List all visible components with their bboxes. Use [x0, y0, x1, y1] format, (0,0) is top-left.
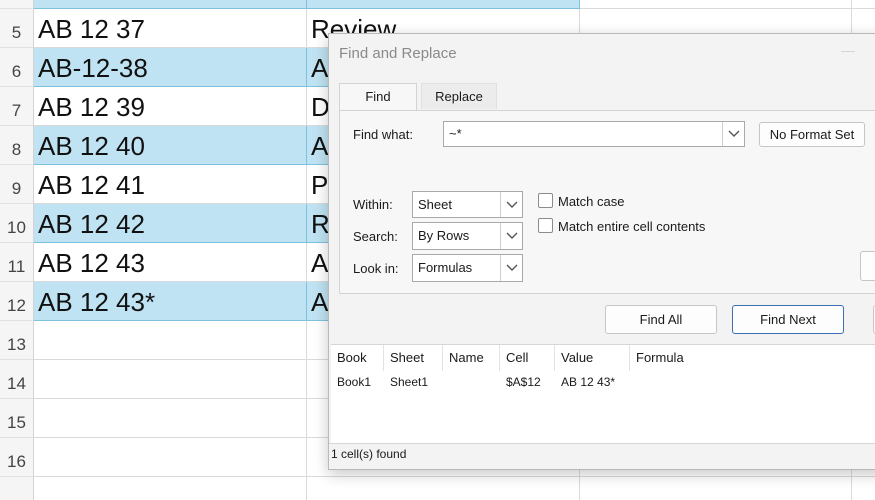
results-header-formula[interactable]: Formula: [630, 345, 875, 371]
search-label: Search:: [353, 229, 398, 244]
search-value: By Rows: [418, 228, 470, 243]
cell-a[interactable]: AB 12 37: [34, 9, 307, 48]
cell-d[interactable]: [852, 477, 875, 500]
results-header-cell[interactable]: Cell: [500, 345, 555, 371]
tab-find-label: Find: [365, 89, 391, 104]
chevron-down-icon: [506, 201, 518, 208]
results-header-name[interactable]: Name: [443, 345, 500, 371]
result-sheet: Sheet1: [390, 375, 429, 389]
row-number[interactable]: 16: [0, 438, 34, 477]
tab-find[interactable]: Find: [339, 83, 417, 111]
cell-b[interactable]: [307, 477, 580, 500]
cell-a[interactable]: AB 12 39: [34, 87, 307, 126]
find-what-label: Find what:: [353, 127, 413, 142]
find-panel: Find what: ~* No Format Set Within: Shee…: [339, 110, 875, 294]
cell-a[interactable]: AB 12 40: [34, 126, 307, 165]
within-value: Sheet: [418, 197, 452, 212]
status-divider: [329, 443, 875, 444]
chevron-down-icon: [506, 264, 518, 271]
cell-a[interactable]: AB 12 42: [34, 204, 307, 243]
find-next-button[interactable]: Find Next: [732, 305, 844, 334]
row-number[interactable]: 6: [0, 48, 34, 87]
row-number[interactable]: 14: [0, 360, 34, 399]
tab-replace-label: Replace: [435, 89, 483, 104]
match-case-checkbox[interactable]: [538, 193, 553, 208]
sheet-row: AB 12 36 Active: [0, 0, 875, 9]
row-number[interactable]: 11: [0, 243, 34, 282]
cell-a[interactable]: AB 12 36: [34, 0, 307, 9]
cell-a[interactable]: AB-12-38: [34, 48, 307, 87]
results-list[interactable]: Book Sheet Name Cell Value Formula Book1…: [331, 344, 875, 444]
cell-a[interactable]: [34, 477, 307, 500]
row-number[interactable]: 12: [0, 282, 34, 321]
row-number[interactable]: [0, 477, 34, 500]
cell-a[interactable]: [34, 438, 307, 477]
match-entire-checkbox[interactable]: [538, 218, 553, 233]
cell-b[interactable]: Active: [307, 0, 580, 9]
cell-a[interactable]: [34, 321, 307, 360]
cell-d[interactable]: [852, 0, 875, 9]
cell-a[interactable]: [34, 399, 307, 438]
find-what-dropdown[interactable]: [722, 122, 744, 146]
row-number[interactable]: 15: [0, 399, 34, 438]
results-header-value[interactable]: Value: [555, 345, 630, 371]
cell-a[interactable]: AB 12 43: [34, 243, 307, 282]
cell-c[interactable]: [580, 477, 852, 500]
row-number[interactable]: 9: [0, 165, 34, 204]
chevron-down-icon: [728, 130, 740, 137]
cell-c[interactable]: [580, 0, 852, 9]
tab-replace[interactable]: Replace: [421, 83, 497, 109]
cell-a[interactable]: AB 12 41: [34, 165, 307, 204]
results-header-book[interactable]: Book: [331, 345, 384, 371]
find-what-input[interactable]: ~*: [449, 122, 462, 146]
dialog-title: Find and Replace: [339, 45, 457, 62]
within-dropdown[interactable]: [500, 192, 522, 217]
row-number[interactable]: 5: [0, 9, 34, 48]
row-number[interactable]: 8: [0, 126, 34, 165]
minimize-icon[interactable]: [841, 51, 855, 52]
result-book: Book1: [337, 375, 372, 389]
chevron-down-icon: [506, 232, 518, 239]
row-number[interactable]: 7: [0, 87, 34, 126]
row-number[interactable]: 13: [0, 321, 34, 360]
result-value: AB 12 43*: [561, 375, 616, 389]
match-case-label[interactable]: Match case: [558, 194, 624, 209]
cell-a[interactable]: [34, 360, 307, 399]
find-all-button[interactable]: Find All: [605, 305, 717, 334]
look-in-label: Look in:: [353, 261, 399, 276]
cell-a[interactable]: AB 12 43*: [34, 282, 307, 321]
look-in-value: Formulas: [418, 260, 473, 275]
status-text: 1 cell(s) found: [331, 447, 407, 461]
search-select[interactable]: By Rows: [412, 222, 523, 250]
within-select[interactable]: Sheet: [412, 191, 523, 218]
results-header-sheet[interactable]: Sheet: [384, 345, 443, 371]
sheet-row: [0, 477, 875, 500]
result-cell: $A$12: [506, 375, 541, 389]
format-button[interactable]: No Format Set: [759, 122, 865, 147]
match-entire-label[interactable]: Match entire cell contents: [558, 219, 705, 234]
search-dropdown[interactable]: [500, 223, 522, 249]
row-number[interactable]: [0, 0, 34, 9]
within-label: Within:: [353, 197, 393, 212]
find-what-combo[interactable]: ~*: [443, 121, 745, 147]
options-button[interactable]: [860, 251, 875, 281]
find-replace-dialog: Find and Replace Replace Find Find what:…: [328, 33, 875, 470]
look-in-dropdown[interactable]: [500, 255, 522, 281]
row-number[interactable]: 10: [0, 204, 34, 243]
look-in-select[interactable]: Formulas: [412, 254, 523, 282]
